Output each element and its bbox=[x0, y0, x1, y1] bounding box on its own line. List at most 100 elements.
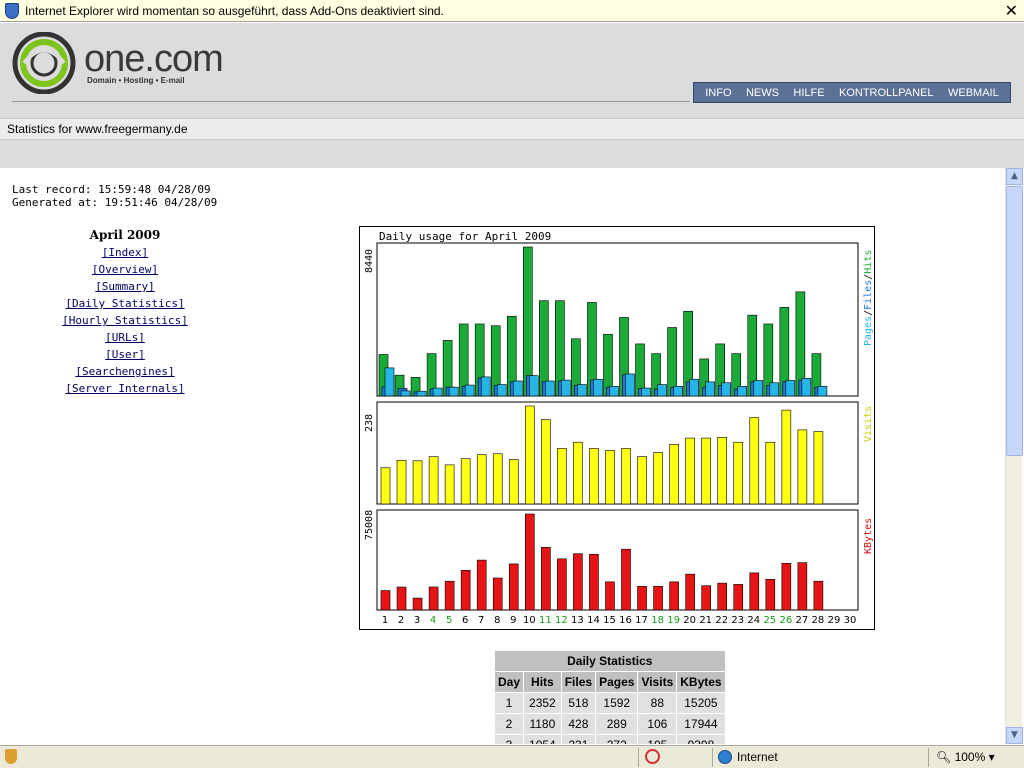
security-zone[interactable]: Internet bbox=[718, 750, 778, 764]
scroll-up-icon[interactable]: ▲ bbox=[1006, 168, 1023, 185]
table-cell: 272 bbox=[595, 734, 639, 744]
bar-pages bbox=[673, 385, 683, 397]
bar-kbytes bbox=[637, 586, 647, 611]
nav-news[interactable]: NEWS bbox=[746, 87, 779, 99]
x-tick-label: 8 bbox=[494, 615, 500, 626]
nav-info[interactable]: INFO bbox=[705, 87, 731, 99]
generated-at: Generated at: 19:51:46 04/28/09 bbox=[12, 196, 218, 209]
bar-kbytes bbox=[733, 584, 744, 611]
daily-usage-chart: Daily usage for April 2009 8440 Pages/File… bbox=[359, 226, 875, 630]
x-tick-label: 30 bbox=[844, 615, 857, 626]
table-cell: 17944 bbox=[676, 713, 726, 735]
bar-visits bbox=[797, 429, 808, 505]
vertical-scrollbar[interactable]: ▲ ▼ bbox=[1005, 168, 1023, 744]
bar-pages bbox=[545, 380, 555, 397]
x-tick-label: 18 bbox=[651, 615, 664, 626]
statistics-for-heading: Statistics for www.freegermany.de bbox=[0, 118, 1024, 140]
bar-visits bbox=[685, 437, 695, 505]
zoom-control[interactable]: 🔍︎ 100% ▾ bbox=[936, 750, 995, 764]
table-cell: 1180 bbox=[523, 713, 562, 735]
nav-kontrollpanel[interactable]: KONTROLLPANEL bbox=[839, 87, 934, 99]
table-cell: 1 bbox=[493, 692, 525, 714]
bar-visits bbox=[717, 436, 728, 505]
table-cell: 2352 bbox=[523, 692, 562, 714]
bar-visits bbox=[557, 448, 567, 505]
menu-title: April 2009 bbox=[89, 228, 161, 242]
menu-link-searchengines[interactable]: [Searchengines] bbox=[60, 363, 190, 380]
menu-link-hourly-statistics[interactable]: [Hourly Statistics] bbox=[60, 312, 190, 329]
x-tick-label: 3 bbox=[414, 615, 420, 626]
x-tick-label: 28 bbox=[812, 615, 825, 626]
bar-pages bbox=[689, 378, 699, 397]
scroll-down-icon[interactable]: ▼ bbox=[1006, 727, 1023, 744]
nav-webmail[interactable]: WEBMAIL bbox=[948, 87, 999, 99]
bar-kbytes bbox=[444, 580, 455, 611]
bar-visits bbox=[525, 405, 535, 505]
table-cell: 15205 bbox=[676, 692, 726, 714]
x-tick-label: 21 bbox=[699, 615, 712, 626]
bar-kbytes bbox=[701, 585, 711, 611]
bar-kbytes bbox=[557, 558, 567, 611]
menu-link-user[interactable]: [User] bbox=[60, 346, 190, 363]
bar-visits bbox=[781, 409, 792, 505]
top-navigation: INFO NEWS HILFE KONTROLLPANEL WEBMAIL bbox=[693, 82, 1011, 103]
bar-kbytes bbox=[396, 586, 407, 611]
bar-visits bbox=[573, 441, 583, 505]
bar-pages bbox=[641, 387, 651, 397]
x-tick-label: 27 bbox=[796, 615, 809, 626]
bar-kbytes bbox=[428, 586, 439, 611]
logo-name: one.com bbox=[84, 37, 224, 80]
record-meta: Last record: 15:59:48 04/28/09 Generated… bbox=[12, 183, 217, 209]
menu-link-summary[interactable]: [Summary] bbox=[60, 278, 190, 295]
close-icon[interactable]: ✕ bbox=[1005, 1, 1018, 20]
bar-kbytes bbox=[508, 563, 519, 611]
table-cell: 428 bbox=[560, 713, 597, 735]
gray-strip bbox=[0, 140, 1024, 168]
x-tick-label: 5 bbox=[446, 615, 452, 626]
bar-visits bbox=[396, 460, 407, 505]
table-cell: 9308 bbox=[676, 734, 726, 744]
nav-hilfe[interactable]: HILFE bbox=[793, 87, 824, 99]
last-record: Last record: 15:59:48 04/28/09 bbox=[12, 183, 211, 196]
x-tick-label: 14 bbox=[587, 615, 600, 626]
x-tick-label: 13 bbox=[571, 615, 584, 626]
status-bar: Internet 🔍︎ 100% ▾ bbox=[0, 745, 1024, 768]
scroll-thumb[interactable] bbox=[1006, 186, 1023, 456]
bar-pages bbox=[753, 380, 764, 397]
warning-shield-icon[interactable] bbox=[5, 749, 17, 764]
page-content: Last record: 15:59:48 04/28/09 Generated… bbox=[0, 168, 1005, 744]
globe-icon bbox=[718, 750, 732, 764]
x-tick-label: 2 bbox=[398, 615, 404, 626]
menu-link-urls[interactable]: [URLs] bbox=[60, 329, 190, 346]
bar-visits bbox=[813, 431, 824, 505]
x-tick-label: 25 bbox=[763, 615, 776, 626]
table-caption: Daily Statistics bbox=[494, 650, 726, 672]
table-row: 3 1054 231 272 105 9308 bbox=[493, 734, 726, 744]
bar-kbytes bbox=[589, 554, 599, 611]
menu-link-server-internals[interactable]: [Server Internals] bbox=[60, 380, 190, 397]
bar-pages bbox=[721, 382, 732, 397]
blocked-icon[interactable] bbox=[645, 749, 660, 764]
bar-visits bbox=[733, 441, 744, 505]
bar-hits bbox=[667, 327, 677, 397]
x-tick-label: 4 bbox=[430, 615, 436, 626]
bar-pages bbox=[817, 385, 828, 397]
bar-kbytes bbox=[525, 513, 535, 611]
x-tick-label: 1 bbox=[382, 615, 388, 626]
x-tick-label: 10 bbox=[523, 615, 536, 626]
menu-link-index[interactable]: [Index] bbox=[60, 244, 190, 261]
bar-kbytes bbox=[621, 548, 631, 611]
bar-visits bbox=[412, 460, 423, 505]
bar-pages bbox=[609, 385, 619, 397]
infobar-message: Internet Explorer wird momentan so ausge… bbox=[25, 3, 444, 18]
one-com-logo[interactable]: one.com Domain • Hosting • E-mail bbox=[12, 32, 224, 94]
ie-information-bar[interactable]: Internet Explorer wird momentan so ausge… bbox=[0, 0, 1024, 22]
col-header-visits: Visits bbox=[637, 671, 678, 693]
menu-link-daily-statistics[interactable]: [Daily Statistics] bbox=[60, 295, 190, 312]
table-cell: 88 bbox=[637, 692, 678, 714]
bar-kbytes bbox=[781, 562, 792, 611]
x-tick-label: 6 bbox=[462, 615, 468, 626]
menu-link-overview[interactable]: [Overview] bbox=[60, 261, 190, 278]
col-header-files: Files bbox=[560, 671, 597, 693]
x-tick-label: 7 bbox=[478, 615, 484, 626]
